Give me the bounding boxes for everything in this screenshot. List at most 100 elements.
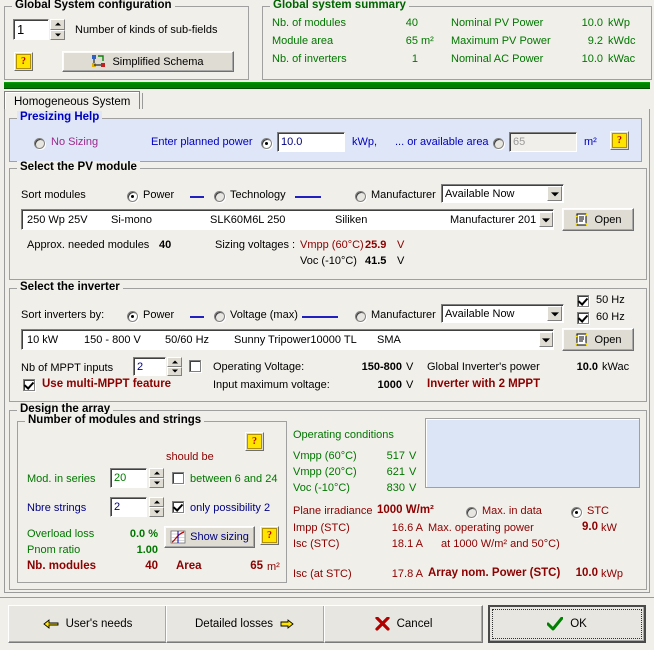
voc-value: 41.5 bbox=[365, 255, 387, 267]
planned-power-unit: kWp, bbox=[352, 136, 378, 148]
only-possibility-label: only possibility 2 bbox=[190, 502, 271, 514]
sort-divider-1 bbox=[190, 196, 204, 198]
select-inverter-title: Select the inverter bbox=[17, 281, 123, 293]
inverter-manufacturer: SMA bbox=[377, 333, 401, 346]
presizing-help-button[interactable]: ? bbox=[610, 131, 629, 150]
sort-inverters-voltage-radio[interactable] bbox=[214, 311, 225, 322]
question-mark-icon: ? bbox=[612, 133, 627, 148]
area-unit: m² bbox=[267, 561, 280, 573]
available-area-input[interactable]: 65 bbox=[509, 132, 577, 152]
no-sizing-radio[interactable] bbox=[34, 138, 45, 149]
mod-in-series-spinner[interactable] bbox=[149, 468, 164, 488]
hz50-label: 50 Hz bbox=[596, 294, 625, 306]
configuration-help-button[interactable]: ? bbox=[14, 52, 33, 71]
sort-modules-technology-radio[interactable] bbox=[214, 191, 225, 202]
available-area-radio[interactable] bbox=[493, 138, 504, 149]
nbre-strings-input[interactable]: 2 bbox=[110, 497, 147, 517]
sort-modules-manufacturer-radio[interactable] bbox=[355, 191, 366, 202]
ok-button[interactable]: OK bbox=[488, 605, 646, 643]
open-module-button[interactable]: Open bbox=[562, 208, 634, 231]
sort-modules-power-radio[interactable] bbox=[127, 191, 138, 202]
mod-series-spinner-down[interactable] bbox=[149, 478, 164, 488]
summary-value-1: 65 bbox=[405, 35, 418, 47]
mppt-extra-checkbox[interactable] bbox=[189, 360, 201, 372]
multi-mppt-checkbox[interactable] bbox=[23, 379, 35, 391]
operating-label-1: Vmpp (20°C) bbox=[293, 466, 357, 478]
planned-power-radio[interactable] bbox=[261, 138, 272, 149]
enter-planned-power-label: Enter planned power bbox=[151, 136, 253, 148]
only-possibility-checkbox[interactable] bbox=[172, 501, 184, 513]
sort-divider-2 bbox=[295, 196, 321, 198]
modules-strings-help-button[interactable]: ? bbox=[245, 432, 264, 451]
sort-inverters-power-radio[interactable] bbox=[127, 311, 138, 322]
max-in-data-radio[interactable] bbox=[466, 507, 477, 518]
chevron-down-icon[interactable] bbox=[547, 186, 562, 201]
sort-inv-divider-1 bbox=[190, 316, 204, 318]
stc-label: STC bbox=[587, 505, 609, 517]
summary-unit2-2: kWac bbox=[608, 53, 636, 65]
between-checkbox[interactable] bbox=[172, 472, 184, 484]
mppt-spinner-up[interactable] bbox=[167, 357, 182, 367]
inverter-availability-combo[interactable]: Available Now bbox=[441, 304, 564, 323]
subfields-input[interactable]: 1 bbox=[13, 19, 49, 40]
nbre-strings-spinner-down[interactable] bbox=[149, 507, 164, 517]
nbre-strings-spinner[interactable] bbox=[149, 497, 164, 517]
planned-power-input[interactable]: 10.0 bbox=[277, 132, 345, 152]
summary-value2-1: 9.2 bbox=[587, 35, 603, 47]
nbre-strings-label: Nbre strings bbox=[27, 502, 87, 514]
tab-homogeneous-system[interactable]: Homogeneous System bbox=[4, 91, 141, 111]
stc-radio[interactable] bbox=[571, 507, 582, 518]
open-module-label: Open bbox=[594, 213, 622, 226]
mppt-inputs-input[interactable]: 2 bbox=[133, 357, 166, 376]
subfields-spinner-down[interactable] bbox=[50, 29, 65, 40]
vmpp-label: Vmpp (60°C) bbox=[300, 239, 364, 251]
mod-in-series-input[interactable]: 20 bbox=[110, 468, 147, 488]
users-needs-button[interactable]: User's needs bbox=[8, 605, 167, 643]
chevron-down-icon[interactable] bbox=[539, 212, 553, 227]
detailed-losses-label: Detailed losses bbox=[195, 618, 273, 630]
chevron-down-icon[interactable] bbox=[539, 332, 553, 347]
cancel-button[interactable]: Cancel bbox=[324, 605, 483, 643]
sort-inverters-voltage-label: Voltage (max) bbox=[230, 309, 298, 321]
hz60-checkbox[interactable] bbox=[577, 312, 589, 324]
between-label: between 6 and 24 bbox=[190, 473, 278, 485]
show-sizing-button[interactable]: Show sizing bbox=[164, 526, 255, 548]
tab-divider bbox=[142, 93, 143, 109]
inverter-combo[interactable]: 10 kW 150 - 800 V 50/60 Hz Sunny Tripowe… bbox=[21, 329, 554, 350]
sort-inverters-manufacturer-radio[interactable] bbox=[355, 311, 366, 322]
open-inverter-button[interactable]: Open bbox=[562, 328, 634, 351]
sort-modules-power-label: Power bbox=[143, 189, 175, 201]
sizing-help-button[interactable]: ? bbox=[260, 526, 279, 545]
select-pv-module-group: Select the PV module Sort modules Power … bbox=[9, 161, 647, 280]
left-arrow-hand-icon bbox=[42, 619, 59, 629]
module-availability-combo[interactable]: Available Now bbox=[441, 184, 564, 203]
simplified-schema-button[interactable]: Simplified Schema bbox=[62, 51, 234, 72]
tab-homogeneous-system-label: Homogeneous System bbox=[14, 95, 131, 108]
nbre-strings-spinner-up[interactable] bbox=[149, 497, 164, 507]
operating-label-2: Voc (-10°C) bbox=[293, 482, 350, 494]
checkmark-icon bbox=[547, 617, 564, 631]
question-mark-icon: ? bbox=[16, 54, 31, 69]
mod-series-spinner-up[interactable] bbox=[149, 468, 164, 478]
approx-needed-modules-label: Approx. needed modules bbox=[27, 239, 150, 251]
subfields-spinner-up[interactable] bbox=[50, 19, 65, 30]
subfields-spinner[interactable] bbox=[50, 19, 65, 40]
hz50-checkbox[interactable] bbox=[577, 295, 589, 307]
operating-value-0: 517 bbox=[386, 450, 405, 462]
operating-value-1: 621 bbox=[386, 466, 405, 478]
inverter-frequency: 50/60 Hz bbox=[165, 333, 210, 346]
mppt-inputs-spinner[interactable] bbox=[167, 357, 182, 376]
module-power: 250 Wp 25V bbox=[27, 213, 88, 226]
mppt-spinner-down[interactable] bbox=[167, 366, 182, 376]
max-operating-power-value: 9.0 bbox=[582, 521, 598, 533]
summary-unit-1: m² bbox=[421, 35, 434, 47]
impp-label: Impp (STC) bbox=[293, 522, 350, 534]
area-value: 65 bbox=[250, 560, 263, 572]
pv-module-combo[interactable]: 250 Wp 25V Si-mono SLK60M6L 250 Siliken … bbox=[21, 209, 554, 230]
chevron-down-icon[interactable] bbox=[547, 306, 562, 321]
plane-irradiance-value: 1000 W/m² bbox=[377, 504, 434, 516]
max-operating-power-label: Max. operating power bbox=[428, 522, 534, 534]
operating-voltage-label: Operating Voltage: bbox=[213, 361, 305, 373]
detailed-losses-button[interactable]: Detailed losses bbox=[166, 605, 325, 643]
subfields-label: Number of kinds of sub-fields bbox=[75, 24, 218, 36]
